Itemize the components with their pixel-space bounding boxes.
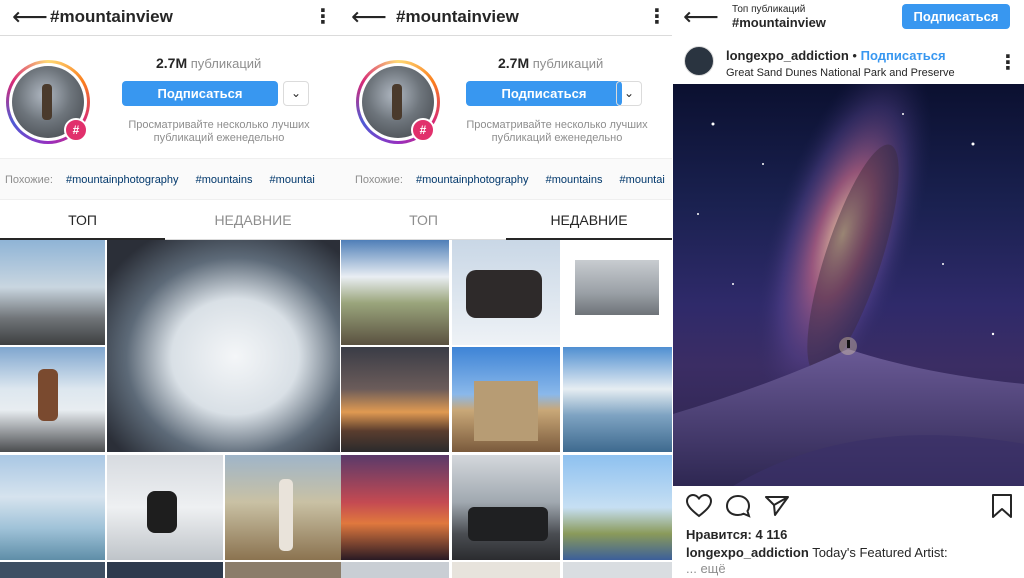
more-vertical-icon[interactable]: ⋮ bbox=[313, 4, 333, 30]
post-location[interactable]: Great Sand Dunes National Park and Prese… bbox=[726, 67, 955, 79]
separator-dot: • bbox=[852, 48, 857, 63]
grid-post[interactable] bbox=[341, 562, 449, 578]
grid-post[interactable] bbox=[563, 562, 672, 578]
grid-post[interactable] bbox=[452, 347, 560, 452]
caption-text: Today's Featured Artist: bbox=[812, 545, 948, 560]
back-arrow-icon[interactable]: ⟵ bbox=[12, 2, 48, 32]
grid-post[interactable] bbox=[225, 455, 341, 560]
post-count-label: публикаций bbox=[532, 56, 604, 71]
top-bar: ⟵ #mountainview ⋮ bbox=[341, 0, 672, 36]
post-caption: longexpo_addiction Today's Featured Arti… bbox=[686, 545, 948, 560]
tab-bar: ТОП НЕДАВНИЕ bbox=[341, 200, 672, 240]
post-image[interactable] bbox=[673, 84, 1024, 486]
similar-hashtags: Похожие: #mountainphotography #mountains… bbox=[341, 158, 672, 200]
grid-post[interactable] bbox=[225, 562, 341, 578]
post-count: 2.7M публикаций bbox=[498, 55, 603, 71]
grid-post[interactable] bbox=[107, 240, 340, 452]
tab-top[interactable]: ТОП bbox=[0, 200, 165, 240]
more-vertical-icon[interactable]: ⋮ bbox=[647, 4, 667, 30]
header-subtitle: Топ публикаций bbox=[732, 4, 806, 15]
grid-post[interactable] bbox=[0, 455, 105, 560]
grid-post[interactable] bbox=[107, 562, 223, 578]
similar-tag[interactable]: #mountai bbox=[620, 174, 665, 186]
follow-button[interactable]: Подписаться bbox=[122, 81, 278, 106]
page-title: #mountainview bbox=[50, 7, 173, 26]
likes-label: Нравится: bbox=[686, 527, 752, 542]
page-title: #mountainview bbox=[396, 7, 519, 26]
similar-tag[interactable]: #mountainphotography bbox=[66, 174, 179, 186]
likes-count[interactable]: Нравится: 4 116 bbox=[686, 527, 787, 542]
back-arrow-icon[interactable]: ⟵ bbox=[683, 2, 719, 32]
back-arrow-icon[interactable]: ⟵ bbox=[351, 2, 387, 32]
post-count: 2.7M публикаций bbox=[156, 55, 261, 71]
top-bar: ⟵ Топ публикаций #mountainview Подписать… bbox=[673, 0, 1024, 36]
similar-label: Похожие: bbox=[5, 174, 53, 186]
tab-top[interactable]: ТОП bbox=[341, 200, 506, 240]
grid-post[interactable] bbox=[452, 455, 560, 560]
likes-value: 4 116 bbox=[755, 527, 788, 542]
grid-post[interactable] bbox=[0, 562, 105, 578]
hashtag-page-recent: ⟵ #mountainview ⋮ # 2.7M публикаций Подп… bbox=[341, 0, 672, 578]
top-bar: ⟵ #mountainview ⋮ bbox=[0, 0, 341, 36]
post-actions bbox=[673, 491, 1024, 521]
similar-hashtags: Похожие: #mountainphotography #mountains… bbox=[0, 158, 341, 200]
grid-post[interactable] bbox=[563, 347, 672, 452]
post-count-value: 2.7M bbox=[498, 55, 530, 71]
hashtag-badge-icon: # bbox=[411, 118, 435, 142]
similar-tag[interactable]: #mountains bbox=[546, 174, 603, 186]
grid-post[interactable] bbox=[0, 240, 105, 345]
post-detail: ⟵ Топ публикаций #mountainview Подписать… bbox=[673, 0, 1024, 578]
similar-tag[interactable]: #mountainphotography bbox=[416, 174, 529, 186]
bookmark-icon[interactable] bbox=[991, 493, 1013, 519]
follow-hashtag-button[interactable]: Подписаться bbox=[902, 4, 1010, 29]
milky-way-photo bbox=[673, 84, 1024, 486]
grid-post[interactable] bbox=[452, 240, 560, 345]
similar-label: Похожие: bbox=[355, 174, 403, 186]
grid-post[interactable] bbox=[563, 240, 672, 345]
similar-tag[interactable]: #mountains bbox=[196, 174, 253, 186]
follow-user-link[interactable]: Подписаться bbox=[861, 48, 946, 63]
more-vertical-icon[interactable]: ⋮ bbox=[998, 50, 1018, 76]
follow-button[interactable]: Подписаться bbox=[466, 81, 622, 106]
tab-bar: ТОП НЕДАВНИЕ bbox=[0, 200, 341, 240]
grid-post[interactable] bbox=[341, 240, 449, 345]
grid-post[interactable] bbox=[0, 347, 105, 452]
tab-recent[interactable]: НЕДАВНИЕ bbox=[506, 200, 672, 240]
follow-hint: Просматривайте несколько лучших публикац… bbox=[466, 119, 648, 144]
post-count-value: 2.7M bbox=[156, 55, 188, 71]
caption-username[interactable]: longexpo_addiction bbox=[686, 545, 809, 560]
similar-tag[interactable]: #mountai bbox=[270, 174, 315, 186]
comment-icon[interactable] bbox=[725, 494, 751, 518]
chevron-down-icon[interactable]: ⌄ bbox=[283, 81, 309, 106]
post-count-label: публикаций bbox=[190, 56, 262, 71]
grid-post[interactable] bbox=[341, 455, 449, 560]
share-icon[interactable] bbox=[764, 494, 790, 518]
page-title: #mountainview bbox=[732, 15, 826, 30]
grid-post[interactable] bbox=[341, 347, 449, 452]
post-header: longexpo_addiction • Подписаться bbox=[726, 48, 946, 63]
heart-icon[interactable] bbox=[686, 494, 712, 518]
post-username[interactable]: longexpo_addiction bbox=[726, 48, 849, 63]
grid-post[interactable] bbox=[563, 455, 672, 560]
caption-more-link[interactable]: ... ещё bbox=[686, 561, 726, 576]
tab-recent[interactable]: НЕДАВНИЕ bbox=[165, 200, 341, 240]
follow-hint: Просматривайте несколько лучших публикац… bbox=[128, 119, 310, 144]
hashtag-page-top: ⟵ #mountainview ⋮ # 2.7M публикаций Подп… bbox=[0, 0, 341, 578]
chevron-down-icon[interactable]: ⌄ bbox=[616, 81, 642, 106]
grid-post[interactable] bbox=[452, 562, 560, 578]
avatar[interactable] bbox=[684, 46, 714, 76]
hashtag-badge-icon: # bbox=[64, 118, 88, 142]
grid-post[interactable] bbox=[107, 455, 223, 560]
